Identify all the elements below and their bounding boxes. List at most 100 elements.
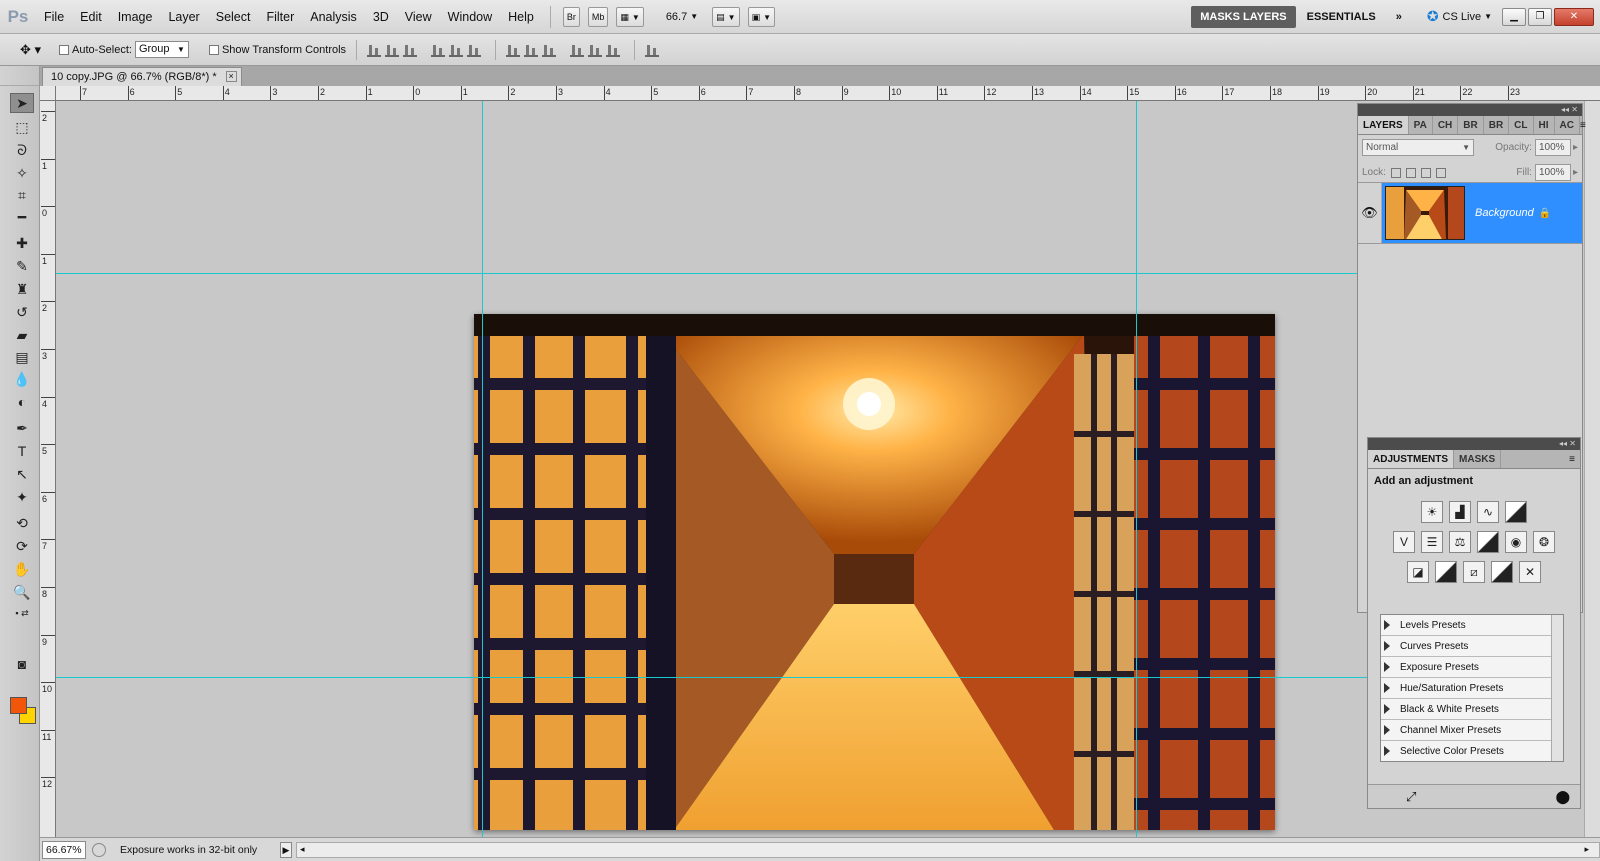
close-window-button[interactable]: ✕	[1554, 7, 1594, 26]
close-icon[interactable]: ×	[225, 71, 237, 82]
distribute-top-icon[interactable]	[506, 43, 521, 57]
panel-collapse-bar[interactable]: ◂◂ ✕	[1358, 104, 1582, 116]
quick-mask-icon[interactable]: ◙	[10, 654, 34, 674]
status-info-icon[interactable]	[92, 842, 106, 857]
photo-filter-icon[interactable]: ◉	[1505, 531, 1527, 553]
menu-file[interactable]: File	[36, 0, 72, 34]
tab-brushes[interactable]: BR	[1458, 116, 1484, 134]
vibrance-icon[interactable]: V	[1393, 531, 1415, 553]
align-vertical-center-icon[interactable]	[385, 43, 400, 57]
lock-position-icon[interactable]	[1420, 167, 1431, 178]
panel-menu-icon[interactable]: ≡	[1569, 450, 1580, 468]
tab-masks[interactable]: MASKS	[1454, 450, 1502, 468]
opacity-slider-arrow[interactable]: ▸	[1573, 142, 1578, 153]
preset-selective-color[interactable]: Selective Color Presets	[1381, 741, 1563, 761]
curves-icon[interactable]: ∿	[1477, 501, 1499, 523]
align-horizontal-center-icon[interactable]	[449, 43, 464, 57]
menu-image[interactable]: Image	[110, 0, 161, 34]
menu-edit[interactable]: Edit	[72, 0, 110, 34]
blend-mode-dropdown[interactable]: Normal ▼	[1362, 139, 1474, 156]
menu-analysis[interactable]: Analysis	[302, 0, 365, 34]
cs-live-button[interactable]: ✪ CS Live ▼	[1427, 8, 1492, 25]
fill-slider-arrow[interactable]: ▸	[1573, 167, 1578, 178]
tab-paths[interactable]: PA	[1409, 116, 1433, 134]
fill-field[interactable]: 100%	[1534, 164, 1571, 181]
foreground-color-swatch[interactable]	[10, 697, 27, 714]
panel-collapse-bar[interactable]: ◂◂ ✕	[1368, 438, 1580, 450]
menu-filter[interactable]: Filter	[258, 0, 302, 34]
lasso-tool-icon[interactable]: ᘐ	[10, 140, 34, 160]
selective-color-icon[interactable]: ✕	[1519, 561, 1541, 583]
tools-panel-grip[interactable]	[0, 66, 39, 86]
workspace-essentials[interactable]: ESSENTIALS	[1298, 6, 1385, 28]
horizontal-ruler[interactable]: 7 6 5 4 3 2 1 0 1 2 3 4 5 6 7 8 9 10 11 12 13 14 15 16 17 18 19 20 2…	[56, 86, 1600, 101]
menu-select[interactable]: Select	[208, 0, 259, 34]
menu-view[interactable]: View	[397, 0, 440, 34]
tab-adjustments[interactable]: ADJUSTMENTS	[1368, 450, 1455, 468]
distribute-horizontal-center-icon[interactable]	[588, 43, 603, 57]
posterize-icon[interactable]	[1435, 561, 1457, 583]
auto-align-layers-icon[interactable]	[645, 43, 660, 57]
move-tool-icon[interactable]: ➤	[10, 93, 34, 113]
more-workspaces-button[interactable]: »	[1387, 6, 1411, 28]
gradient-map-icon[interactable]	[1491, 561, 1513, 583]
threshold-icon[interactable]: ⧄	[1463, 561, 1485, 583]
zoom-level-dropdown[interactable]: 66.7 ▼	[666, 11, 698, 23]
panel-menu-icon[interactable]: ≡	[1580, 116, 1591, 134]
healing-brush-tool-icon[interactable]: ✚	[10, 233, 34, 253]
tab-channels[interactable]: CH	[1433, 116, 1459, 134]
lock-all-icon[interactable]	[1435, 167, 1446, 178]
align-right-icon[interactable]	[467, 43, 482, 57]
move-tool-preset-picker[interactable]: ✥ ▾	[20, 42, 41, 58]
presets-scrollbar[interactable]	[1551, 615, 1563, 761]
menu-window[interactable]: Window	[440, 0, 500, 34]
auto-select-checkbox[interactable]	[59, 44, 70, 55]
brightness-contrast-icon[interactable]: ☀	[1421, 501, 1443, 523]
magic-wand-tool-icon[interactable]: ✧	[10, 163, 34, 183]
tab-actions[interactable]: AC	[1555, 116, 1580, 134]
show-transform-checkbox[interactable]	[208, 44, 219, 55]
channel-mixer-icon[interactable]: ❂	[1533, 531, 1555, 553]
horizontal-guide[interactable]	[56, 273, 1358, 274]
distribute-right-icon[interactable]	[606, 43, 621, 57]
lock-image-icon[interactable]	[1405, 167, 1416, 178]
tab-histogram[interactable]: HI	[1534, 116, 1555, 134]
preset-levels[interactable]: Levels Presets	[1381, 615, 1563, 636]
preset-curves[interactable]: Curves Presets	[1381, 636, 1563, 657]
eye-icon[interactable]: 👁	[1358, 183, 1382, 243]
distribute-bottom-icon[interactable]	[542, 43, 557, 57]
distribute-vertical-center-icon[interactable]	[524, 43, 539, 57]
crop-tool-icon[interactable]: ⌗	[10, 185, 34, 205]
ruler-origin[interactable]	[40, 86, 56, 101]
black-white-icon[interactable]	[1477, 531, 1499, 553]
horizontal-guide[interactable]	[56, 677, 1368, 678]
3d-orbit-tool-icon[interactable]: ⟳	[10, 536, 34, 556]
clip-to-layer-icon[interactable]: ⬤	[1555, 789, 1570, 805]
brush-tool-icon[interactable]: ✎	[10, 256, 34, 276]
default-colors-icon[interactable]: ▪ ⇄	[10, 603, 34, 623]
screen-mode-button[interactable]: ▣ ▼	[747, 6, 776, 27]
return-to-list-icon[interactable]: ⤢	[1406, 789, 1416, 805]
3d-rotate-tool-icon[interactable]: ⟲	[10, 513, 34, 533]
levels-icon[interactable]: ▟	[1449, 501, 1471, 523]
path-selection-tool-icon[interactable]: ↖	[10, 464, 34, 484]
invert-icon[interactable]: ◪	[1407, 561, 1429, 583]
shape-tool-icon[interactable]: ✦	[10, 487, 34, 507]
align-top-icon[interactable]	[367, 43, 382, 57]
restore-button[interactable]: ❐	[1528, 7, 1552, 26]
history-brush-tool-icon[interactable]: ↺	[10, 302, 34, 322]
tab-clone-source[interactable]: CL	[1509, 116, 1534, 134]
minimize-button[interactable]: ▁	[1502, 7, 1526, 26]
vertical-guide[interactable]	[482, 101, 483, 837]
preset-exposure[interactable]: Exposure Presets	[1381, 657, 1563, 678]
exposure-icon[interactable]	[1505, 501, 1527, 523]
horizontal-scrollbar[interactable]: ◂ ▸	[296, 841, 1600, 858]
tab-layers[interactable]: LAYERS	[1358, 116, 1409, 134]
view-extras-button[interactable]: ▦ ▼	[616, 6, 644, 27]
scroll-right-icon[interactable]: ▸	[1584, 844, 1589, 855]
clone-stamp-tool-icon[interactable]: ♜	[10, 279, 34, 299]
status-menu-arrow[interactable]: ▶	[280, 841, 292, 858]
hue-saturation-icon[interactable]: ☰	[1421, 531, 1443, 553]
lock-transparent-icon[interactable]	[1390, 167, 1401, 178]
workspace-masks-layers[interactable]: MASKS LAYERS	[1191, 5, 1296, 28]
